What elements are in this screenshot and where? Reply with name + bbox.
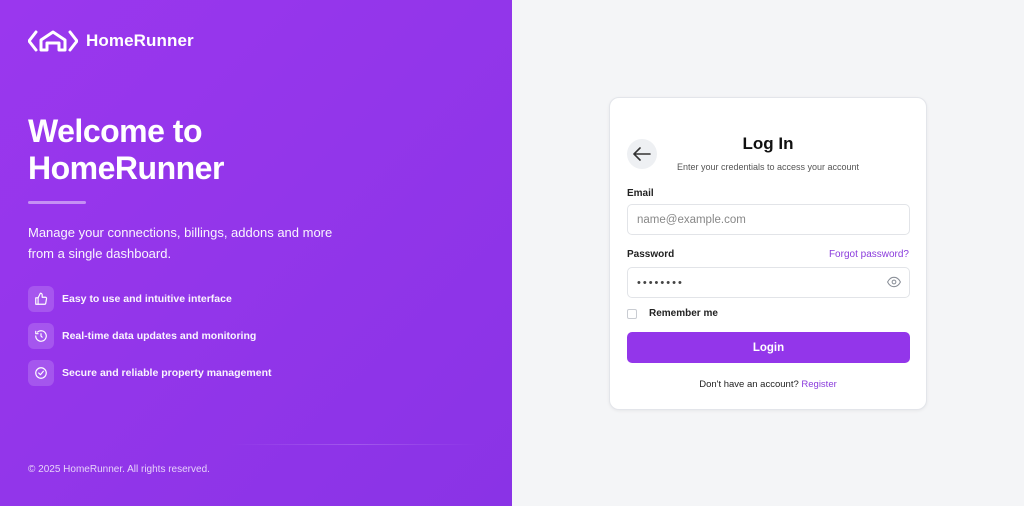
- hero-heading: Welcome to HomeRunner: [28, 113, 348, 187]
- clock-refresh-icon: [28, 323, 54, 349]
- register-prompt-text: Don't have an account?: [699, 379, 799, 390]
- register-link[interactable]: Register: [801, 379, 836, 390]
- feature-item: Secure and reliable property management: [28, 360, 272, 386]
- hero-heading-line2: HomeRunner: [28, 150, 224, 186]
- thumbs-up-icon: [28, 286, 54, 312]
- hero-panel: HomeRunner Welcome to HomeRunner Manage …: [0, 0, 512, 506]
- feature-text: Secure and reliable property management: [62, 367, 272, 379]
- email-label: Email: [627, 188, 654, 199]
- hero-heading-line1: Welcome to: [28, 113, 203, 149]
- house-code-logo-icon: [28, 30, 78, 52]
- feature-text: Real-time data updates and monitoring: [62, 330, 257, 342]
- brand-name: HomeRunner: [86, 31, 194, 50]
- password-field[interactable]: [627, 267, 910, 298]
- login-button[interactable]: Login: [627, 332, 910, 363]
- feature-list: Easy to use and intuitive interface Real…: [28, 286, 272, 397]
- brand[interactable]: HomeRunner: [28, 30, 194, 52]
- remember-me-label: Remember me: [649, 308, 718, 319]
- copyright: © 2025 HomeRunner. All rights reserved.: [28, 464, 210, 475]
- login-title: Log In: [742, 134, 794, 153]
- login-card: Log In Enter your credentials to access …: [609, 97, 927, 410]
- forgot-password-link[interactable]: Forgot password?: [829, 249, 909, 260]
- email-field[interactable]: [627, 204, 910, 235]
- eye-icon[interactable]: [887, 276, 901, 288]
- check-circle-icon: [28, 360, 54, 386]
- hero-description: Manage your connections, billings, addon…: [28, 225, 333, 261]
- register-prompt: Don't have an account? Register: [610, 379, 926, 390]
- remember-me-checkbox[interactable]: [627, 308, 637, 319]
- hero-divider: [28, 201, 86, 204]
- password-label: Password: [627, 249, 675, 260]
- feature-text: Easy to use and intuitive interface: [62, 293, 232, 305]
- remember-me: Remember me: [627, 308, 718, 319]
- feature-item: Easy to use and intuitive interface: [28, 286, 272, 312]
- login-subtitle: Enter your credentials to access your ac…: [676, 162, 860, 172]
- feature-item: Real-time data updates and monitoring: [28, 323, 272, 349]
